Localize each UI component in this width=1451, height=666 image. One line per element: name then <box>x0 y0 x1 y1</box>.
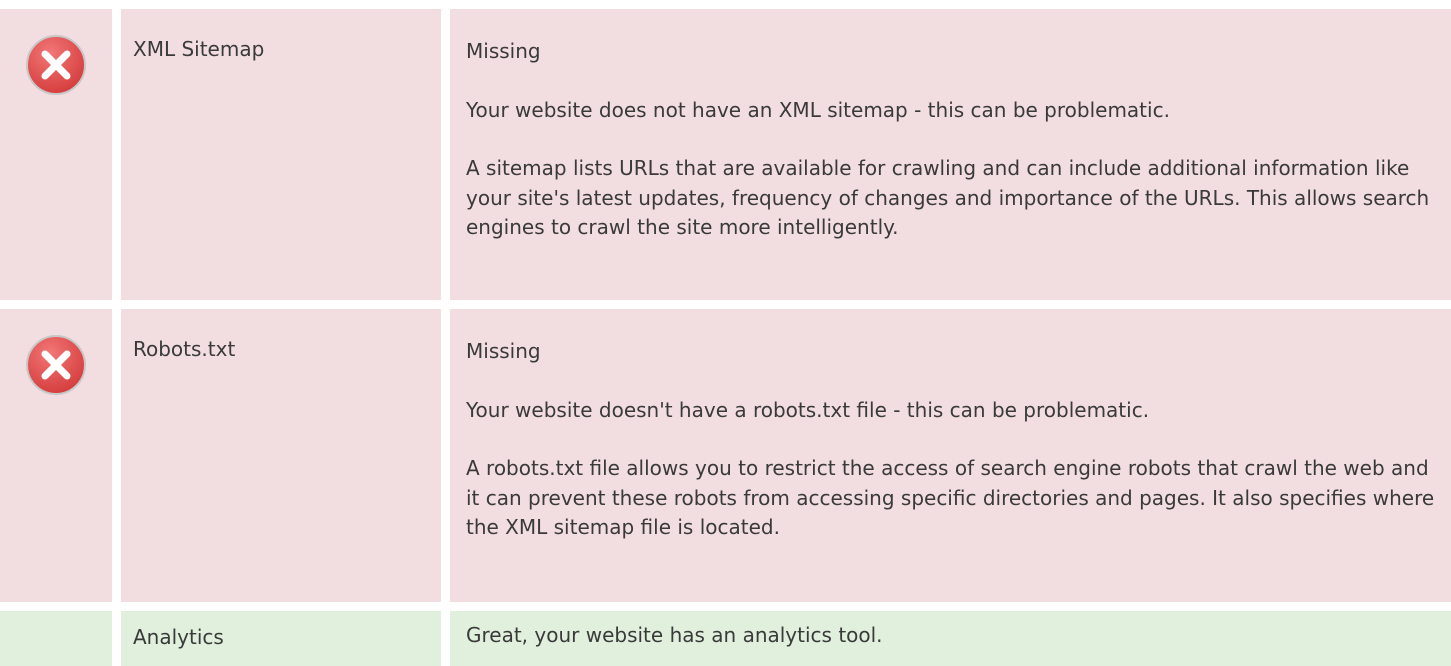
check-summary: Your website doesn't have a robots.txt f… <box>466 397 1150 422</box>
check-summary: Your website does not have an XML sitema… <box>466 97 1170 122</box>
check-description: A robots.txt file allows you to restrict… <box>466 456 1435 539</box>
status-icon-cell <box>0 611 112 666</box>
check-details: Great, your website has an analytics too… <box>450 611 1451 666</box>
table-row-xml-sitemap: XML Sitemap Missing Your website does no… <box>0 9 1451 300</box>
check-label: Analytics <box>121 611 441 666</box>
error-x-icon <box>25 334 87 396</box>
check-description: A sitemap lists URLs that are available … <box>466 156 1430 239</box>
check-details: Missing Your website doesn't have a robo… <box>450 309 1451 602</box>
status-icon-cell <box>0 309 112 602</box>
check-status: Missing <box>466 339 541 363</box>
check-status: Great, your website has an analytics too… <box>466 623 883 647</box>
table-row-robots-txt: Robots.txt Missing Your website doesn't … <box>0 309 1451 602</box>
check-label: XML Sitemap <box>121 9 441 300</box>
status-icon-cell <box>0 9 112 300</box>
check-label: Robots.txt <box>121 309 441 602</box>
check-details: Missing Your website does not have an XM… <box>450 9 1451 300</box>
error-x-icon <box>25 34 87 96</box>
table-row-analytics: Analytics Great, your website has an ana… <box>0 611 1451 666</box>
check-status: Missing <box>466 39 541 63</box>
